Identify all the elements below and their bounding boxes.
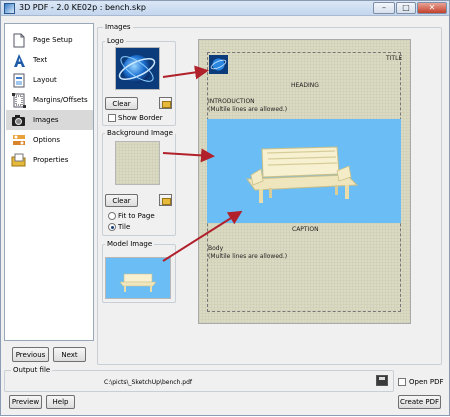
background-clear-button[interactable]: Clear — [105, 194, 138, 207]
globe-logo-icon — [116, 48, 159, 89]
model-image-label: Model Image — [105, 240, 155, 248]
logo-thumbnail[interactable] — [115, 47, 160, 90]
create-pdf-button[interactable]: Create PDF — [398, 395, 441, 409]
logo-preview — [209, 55, 228, 74]
options-icon — [10, 133, 27, 148]
preview-caption: CAPTION — [292, 226, 319, 233]
sidebar-item-properties[interactable]: Properties — [6, 150, 93, 170]
sidebar-item-text[interactable]: Text — [6, 50, 93, 70]
close-button[interactable]: ✕ — [417, 2, 447, 14]
fit-to-page-radio[interactable] — [108, 212, 116, 220]
page-setup-icon — [10, 33, 27, 48]
preview-body: Body — [208, 245, 224, 252]
logo-label: Logo — [105, 37, 126, 45]
show-border-checkbox[interactable] — [108, 114, 116, 122]
bench-model-icon — [119, 273, 157, 292]
properties-icon — [10, 153, 27, 168]
images-section-label: Images — [103, 23, 133, 31]
previous-button[interactable]: Previous — [12, 347, 49, 362]
save-icon[interactable] — [376, 375, 388, 386]
fit-to-page-label: Fit to Page — [118, 212, 155, 220]
tile-radio[interactable] — [108, 223, 116, 231]
layout-icon — [10, 73, 27, 88]
globe-logo-icon — [210, 58, 227, 71]
text-icon — [10, 53, 27, 68]
sidebar-item-page-setup[interactable]: Page Setup — [6, 30, 93, 50]
margins-icon — [10, 92, 27, 108]
open-pdf-label: Open PDF — [409, 378, 444, 386]
maximize-button[interactable]: □ — [396, 2, 416, 14]
tile-label: Tile — [118, 223, 131, 231]
sidebar-item-label: Properties — [33, 156, 69, 164]
preview-introduction: INTRODUCTION — [208, 98, 255, 105]
model-thumbnail[interactable] — [105, 257, 171, 299]
show-border-label: Show Border — [118, 114, 163, 122]
window-title: 3D PDF - 2.0 KE02p : bench.skp — [19, 3, 146, 12]
next-button[interactable]: Next — [53, 347, 86, 362]
preview-button[interactable]: Preview — [9, 395, 42, 409]
sidebar-item-label: Margins/Offsets — [33, 96, 88, 104]
layout-preview: TITLE HEADING INTRODUCTION (Multile line… — [198, 39, 411, 324]
app-icon — [4, 3, 15, 14]
sidebar-item-label: Images — [33, 116, 59, 124]
sidebar-item-label: Layout — [33, 76, 57, 84]
background-browse-folder-icon[interactable] — [159, 194, 172, 206]
sidebar: Page Setup Text Layout Margins/Offsets I… — [4, 23, 94, 341]
sidebar-item-layout[interactable]: Layout — [6, 70, 93, 90]
help-button[interactable]: Help — [46, 395, 75, 409]
app-window: 3D PDF - 2.0 KE02p : bench.skp – □ ✕ Pag… — [0, 0, 450, 416]
output-file-label: Output file — [11, 366, 53, 374]
output-path-field[interactable]: C:\picts\_SketchUp\bench.pdf — [104, 378, 284, 388]
background-thumbnail[interactable] — [115, 141, 160, 185]
background-image-label: Background Image — [105, 129, 175, 137]
preview-heading: HEADING — [291, 82, 319, 89]
preview-intro-note: (Multile lines are allowed.) — [208, 106, 288, 113]
preview-body-note: (Multile lines are allowed.) — [208, 253, 288, 260]
logo-browse-folder-icon[interactable] — [159, 97, 172, 109]
preview-title: TITLE — [386, 55, 403, 62]
sidebar-item-label: Text — [33, 56, 48, 64]
minimize-button[interactable]: – — [373, 2, 395, 14]
sidebar-item-options[interactable]: Options — [6, 130, 93, 150]
camera-icon — [10, 113, 27, 128]
sidebar-item-margins-offsets[interactable]: Margins/Offsets — [6, 90, 93, 110]
model-image-preview — [207, 119, 401, 223]
open-pdf-checkbox[interactable] — [398, 378, 406, 386]
sidebar-item-label: Options — [33, 136, 61, 144]
logo-clear-button[interactable]: Clear — [105, 97, 138, 110]
title-bar: 3D PDF - 2.0 KE02p : bench.skp – □ ✕ — [1, 1, 449, 16]
bench-model-icon — [246, 146, 359, 203]
sidebar-item-label: Page Setup — [33, 36, 73, 44]
sidebar-item-images[interactable]: Images — [6, 110, 93, 130]
